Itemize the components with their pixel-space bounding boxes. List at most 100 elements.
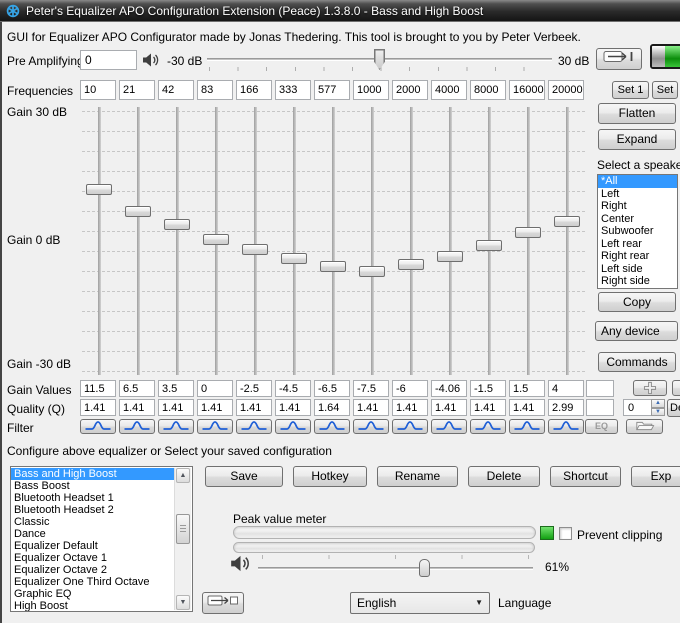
device-selector[interactable]: Any device [595, 321, 678, 341]
filter-curve-button[interactable] [236, 419, 272, 434]
config-list-item[interactable]: Bluetooth Headset 2 [11, 504, 174, 516]
config-list-item[interactable]: Equalizer One Third Octave [11, 576, 174, 588]
save-button[interactable]: Save [205, 466, 283, 487]
eq-slider-handle[interactable] [86, 184, 112, 195]
eq-slider-track[interactable] [98, 107, 101, 375]
config-list-item[interactable]: Graphic EQ [11, 588, 174, 600]
gain-value-input[interactable] [119, 380, 155, 397]
eq-slider-handle[interactable] [164, 219, 190, 230]
title-bar[interactable]: Peter's Equalizer APO Configuration Exte… [0, 0, 680, 22]
quality-input[interactable] [470, 399, 506, 416]
set2-button[interactable]: Set 2 [652, 81, 678, 99]
config-list-item[interactable]: Equalizer Default [11, 540, 174, 552]
filter-curve-button[interactable] [80, 419, 116, 434]
spinner-down-icon[interactable]: ▼ [651, 408, 665, 417]
speaker-list-item[interactable]: Left side [598, 263, 677, 276]
partial-button[interactable] [672, 380, 680, 396]
eq-slider-track[interactable] [449, 107, 452, 375]
frequency-input[interactable] [353, 80, 389, 100]
config-list-item[interactable]: Bass and High Boost [11, 468, 174, 480]
frequency-input[interactable] [236, 80, 272, 100]
hotkey-button[interactable]: Hotkey [293, 466, 367, 487]
delete-band-button[interactable]: De [667, 399, 680, 417]
add-band-button[interactable] [633, 380, 667, 396]
quality-input[interactable] [236, 399, 272, 416]
frequency-input[interactable] [392, 80, 428, 100]
eq-slider-track[interactable] [176, 107, 179, 375]
tray-button[interactable] [202, 592, 244, 614]
gain-value-input[interactable] [548, 380, 584, 397]
gain-value-input[interactable] [509, 380, 545, 397]
quality-input[interactable] [158, 399, 194, 416]
gain-value-input[interactable] [353, 380, 389, 397]
quality-input[interactable] [509, 399, 545, 416]
frequency-input[interactable] [275, 80, 311, 100]
volume-slider[interactable] [258, 552, 533, 580]
frequency-input[interactable] [431, 80, 467, 100]
quality-input[interactable] [392, 399, 428, 416]
quality-input[interactable] [548, 399, 584, 416]
frequency-input[interactable] [470, 80, 506, 100]
band-spin-input[interactable] [623, 399, 652, 416]
speaker-listbox[interactable]: *AllLeftRightCenterSubwooferLeft rearRig… [597, 174, 678, 289]
frequency-input[interactable] [80, 80, 116, 100]
eq-slider-handle[interactable] [281, 253, 307, 264]
quality-input[interactable] [80, 399, 116, 416]
eq-slider-handle[interactable] [398, 259, 424, 270]
open-filter-button[interactable] [626, 419, 663, 434]
volume-slider-thumb[interactable] [419, 559, 430, 577]
commands-button[interactable]: Commands [598, 352, 676, 372]
speaker-list-item[interactable]: Right rear [598, 250, 677, 263]
speaker-list-item[interactable]: Right side [598, 275, 677, 288]
gain-value-input[interactable] [80, 380, 116, 397]
frequency-input[interactable] [509, 80, 545, 100]
eq-slider-track[interactable] [566, 107, 569, 375]
eq-slider-track[interactable] [332, 107, 335, 375]
frequency-input[interactable] [158, 80, 194, 100]
speaker-list-item[interactable]: *All [598, 175, 677, 188]
gain-value-input[interactable] [392, 380, 428, 397]
filter-curve-button[interactable] [275, 419, 311, 434]
quality-input[interactable] [275, 399, 311, 416]
frequency-input[interactable] [119, 80, 155, 100]
config-list-item[interactable]: Bluetooth Headset 1 [11, 492, 174, 504]
eq-slider-track[interactable] [293, 107, 296, 375]
scroll-down-icon[interactable]: ▼ [176, 595, 190, 610]
config-list-item[interactable]: Dance [11, 528, 174, 540]
frequency-input[interactable] [548, 80, 584, 100]
config-list-item[interactable]: Bass Boost [11, 480, 174, 492]
spinner-up-icon[interactable]: ▲ [651, 399, 665, 408]
extra-gain-input[interactable] [586, 380, 614, 397]
eq-slider-handle[interactable] [125, 206, 151, 217]
config-list-item[interactable]: Classic [11, 516, 174, 528]
scroll-up-icon[interactable]: ▲ [176, 468, 190, 483]
volume-slider-track[interactable] [258, 567, 533, 570]
filter-curve-button[interactable] [119, 419, 155, 434]
rename-button[interactable]: Rename [377, 466, 458, 487]
eq-slider-handle[interactable] [359, 266, 385, 277]
gain-value-input[interactable] [236, 380, 272, 397]
eq-slider-track[interactable] [410, 107, 413, 375]
eq-slider-track[interactable] [137, 107, 140, 375]
filter-curve-button[interactable] [353, 419, 389, 434]
preamp-slider[interactable] [207, 48, 552, 74]
filter-curve-button[interactable] [314, 419, 350, 434]
config-listbox[interactable]: Bass and High BoostBass BoostBluetooth H… [10, 466, 193, 612]
gain-value-input[interactable] [314, 380, 350, 397]
quality-input[interactable] [353, 399, 389, 416]
extra-quality-input[interactable] [586, 399, 614, 416]
quality-input[interactable] [197, 399, 233, 416]
expand-button[interactable]: Expand [598, 129, 676, 150]
shortcut-button[interactable]: Shortcut [550, 466, 621, 487]
quality-input[interactable] [119, 399, 155, 416]
frequency-input[interactable] [314, 80, 350, 100]
language-select[interactable]: English ▼ [350, 592, 490, 614]
copy-button[interactable]: Copy [598, 292, 676, 312]
delete-button[interactable]: Delete [468, 466, 540, 487]
eq-slider-handle[interactable] [554, 216, 580, 227]
filter-curve-button[interactable] [431, 419, 467, 434]
filter-curve-button[interactable] [548, 419, 584, 434]
quality-input[interactable] [431, 399, 467, 416]
graphic-eq-button[interactable]: EQ [585, 419, 618, 434]
config-list-item[interactable]: Equalizer Octave 1 [11, 552, 174, 564]
